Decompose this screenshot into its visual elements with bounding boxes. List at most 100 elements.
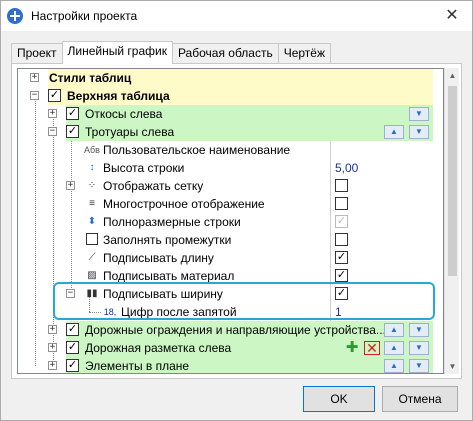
tree-row-custom-name[interactable]: Абв Пользовательское наименование <box>18 141 433 159</box>
value-cell[interactable]: 5,00 <box>330 159 433 177</box>
close-icon[interactable]: ✕ <box>442 6 462 26</box>
checkbox: ✓ <box>335 215 348 228</box>
text-icon: Абв <box>84 145 100 155</box>
length-icon: ⟋ <box>88 252 96 263</box>
move-down-icon[interactable]: ▼ <box>409 323 429 337</box>
checkbox[interactable]: ✓ <box>66 125 79 138</box>
move-down-icon[interactable]: ▼ <box>409 341 429 355</box>
decimal-icon: 18, <box>103 307 117 317</box>
tab-drawing[interactable]: Чертёж <box>277 43 331 63</box>
checkbox[interactable]: ✓ <box>335 251 348 264</box>
move-down-icon[interactable]: ▼ <box>409 125 429 139</box>
move-up-icon[interactable]: ▲ <box>384 323 404 337</box>
tree-row-table-styles[interactable]: + Стили таблиц <box>18 69 433 87</box>
tree-label: Полноразмерные строки <box>103 215 241 229</box>
checkbox[interactable] <box>335 233 348 246</box>
tree-label: Многострочное отображение <box>103 197 265 211</box>
tree-row-slopes-left[interactable]: + ✓ Откосы слева ▼ <box>18 105 433 123</box>
expand-icon[interactable]: + <box>48 325 57 334</box>
cancel-button[interactable]: Отмена <box>382 386 458 412</box>
checkbox[interactable]: ✓ <box>66 323 79 336</box>
checkbox[interactable] <box>335 179 348 192</box>
value-cell <box>330 177 433 195</box>
checkbox[interactable] <box>335 197 348 210</box>
tab-project[interactable]: Проект <box>11 43 63 63</box>
tab-panel: + Стили таблиц − ✓ Верхняя таблица + ✓ О… <box>11 63 462 379</box>
expand-icon[interactable]: + <box>48 361 57 370</box>
tree-row-plan-elements[interactable]: + ✓ Элементы в плане ▲ ▼ <box>18 357 433 373</box>
tab-bar: Проект Линейный график Рабочая область Ч… <box>11 41 331 64</box>
move-down-icon[interactable]: ▼ <box>409 107 429 121</box>
project-settings-window: Настройки проекта ✕ Проект Линейный граф… <box>0 0 473 421</box>
tree-label: Подписывать ширину <box>103 287 223 301</box>
tree-label: Отображать сетку <box>103 179 204 193</box>
tree-row-top-table[interactable]: − ✓ Верхняя таблица <box>18 87 433 105</box>
value-cell[interactable] <box>330 141 433 159</box>
settings-tree: + Стили таблиц − ✓ Верхняя таблица + ✓ О… <box>17 68 444 374</box>
expand-icon[interactable]: + <box>66 181 75 190</box>
collapse-icon[interactable]: − <box>48 127 57 136</box>
value-cell: ✓ <box>330 285 433 303</box>
collapse-icon[interactable]: − <box>30 91 39 100</box>
checkbox[interactable]: ✓ <box>66 359 79 372</box>
tab-line-chart[interactable]: Линейный график <box>61 41 173 64</box>
collapse-icon[interactable]: − <box>66 289 75 298</box>
value-cell: ✓ <box>330 249 433 267</box>
tree-label: Тротуары слева <box>85 125 175 139</box>
tree-label: Подписывать длину <box>103 251 214 265</box>
fullsize-icon: ⬍ <box>87 216 97 227</box>
move-up-icon[interactable]: ▲ <box>384 359 404 373</box>
tree-row-label-width[interactable]: − ▮▮ Подписывать ширину ✓ <box>18 285 433 303</box>
move-up-icon[interactable]: ▲ <box>384 125 404 139</box>
tree-row-fill-gaps[interactable]: Заполнять промежутки <box>18 231 433 249</box>
tree-label: Цифр после запятой <box>121 305 237 319</box>
checkbox[interactable]: ✓ <box>335 269 348 282</box>
tree-row-multiline[interactable]: ≡ Многострочное отображение <box>18 195 433 213</box>
tree-row-decimal-digits[interactable]: 18, Цифр после запятой 1 <box>18 303 433 321</box>
tree-label: Откосы слева <box>85 107 163 121</box>
tree-row-road-barriers[interactable]: + ✓ Дорожные ограждения и направляющие у… <box>18 321 433 339</box>
window-title: Настройки проекта <box>31 9 138 23</box>
value-cell: ✓ <box>330 267 433 285</box>
expand-icon[interactable]: + <box>48 343 57 352</box>
checkbox[interactable]: ✓ <box>335 287 348 300</box>
lines-icon: ≡ <box>89 198 95 209</box>
add-icon[interactable]: ✚ <box>344 340 360 355</box>
vertical-scrollbar[interactable]: ▲ ▼ <box>444 68 459 374</box>
tree-row-full-size-rows[interactable]: ⬍ Полноразмерные строки ✓ <box>18 213 433 231</box>
expand-icon[interactable]: + <box>48 109 57 118</box>
tab-workspace[interactable]: Рабочая область <box>171 43 279 63</box>
checkbox[interactable]: ✓ <box>66 107 79 120</box>
checkbox[interactable]: ✓ <box>66 341 79 354</box>
tree-label: Пользовательское наименование <box>103 143 291 157</box>
decimal-digits-value[interactable]: 1 <box>335 305 342 319</box>
scroll-down-icon[interactable]: ▼ <box>445 359 460 374</box>
value-cell <box>330 231 433 249</box>
tree-row-road-marking-left[interactable]: + ✓ Дорожная разметка слева ✚ ✕ ▲ ▼ <box>18 339 433 357</box>
tree-row-row-height[interactable]: ↕ Высота строки 5,00 <box>18 159 433 177</box>
app-icon <box>7 8 23 24</box>
tree-row-label-material[interactable]: ▨ Подписывать материал ✓ <box>18 267 433 285</box>
tree-row-sidewalks-left[interactable]: − ✓ Тротуары слева ▲ ▼ <box>18 123 433 141</box>
material-icon: ▨ <box>87 270 97 281</box>
grid-icon: ⁘ <box>87 180 97 191</box>
tree-label: Дорожные ограждения и направляющие устро… <box>85 323 386 337</box>
checkbox[interactable]: ✓ <box>48 89 61 102</box>
remove-icon[interactable]: ✕ <box>364 341 380 355</box>
move-down-icon[interactable]: ▼ <box>409 359 429 373</box>
tree-label: Заполнять промежутки <box>103 233 232 247</box>
tree-label: Высота строки <box>103 161 185 175</box>
tree-row-label-length[interactable]: ⟋ Подписывать длину ✓ <box>18 249 433 267</box>
tree-row-show-grid[interactable]: + ⁘ Отображать сетку <box>18 177 433 195</box>
row-height-value[interactable]: 5,00 <box>335 161 358 175</box>
expand-icon[interactable]: + <box>30 73 39 82</box>
move-up-icon[interactable]: ▲ <box>384 341 404 355</box>
title-bar: Настройки проекта ✕ <box>1 1 472 31</box>
tree-label: Дорожная разметка слева <box>85 341 232 355</box>
value-cell[interactable]: 1 <box>330 303 433 321</box>
height-icon: ↕ <box>89 162 95 173</box>
scroll-up-icon[interactable]: ▲ <box>445 68 460 83</box>
scroll-thumb[interactable] <box>448 86 457 276</box>
ok-button[interactable]: OK <box>303 386 375 412</box>
width-icon: ▮▮ <box>86 288 98 299</box>
